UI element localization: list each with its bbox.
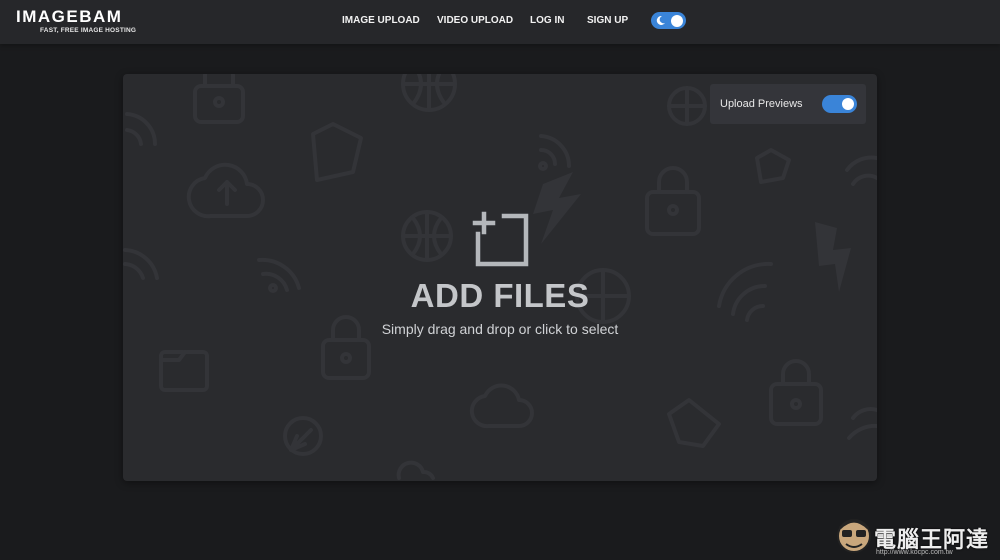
nav-sign-up[interactable]: SIGN UP — [587, 15, 628, 26]
upload-previews-toggle-knob — [842, 98, 854, 110]
wifi-icon — [123, 248, 159, 280]
wifi-icon — [538, 134, 572, 171]
globe-icon — [667, 86, 707, 126]
globe-icon — [401, 210, 453, 262]
cloud-upload-icon — [186, 162, 265, 219]
logo-tagline: FAST, FREE IMAGE HOSTING — [40, 27, 137, 34]
wifi-icon — [125, 112, 158, 146]
cloud-upload-icon — [469, 383, 534, 429]
globe-icon — [401, 74, 457, 112]
lock-icon — [769, 359, 823, 426]
add-files-subtitle: Simply drag and drop or click to select — [381, 321, 619, 337]
add-image-icon — [472, 211, 529, 267]
add-files-title: ADD FILES — [410, 277, 590, 314]
folder-icon — [667, 398, 721, 448]
upload-previews-toggle[interactable] — [822, 95, 857, 113]
mascot-icon — [837, 519, 871, 553]
theme-toggle-knob — [671, 14, 683, 27]
upload-previews-label: Upload Previews — [720, 98, 803, 110]
nav-log-in[interactable]: LOG IN — [530, 15, 564, 26]
cloud-upload-icon — [283, 416, 323, 456]
folder-icon — [159, 350, 209, 392]
logo[interactable]: IMAGEBAM FAST, FREE IMAGE HOSTING — [16, 8, 136, 34]
nav-video-upload[interactable]: VIDEO UPLOAD — [437, 15, 513, 26]
lock-icon — [193, 74, 245, 124]
folder-icon — [311, 122, 363, 182]
upload-dropzone[interactable]: Upload Previews ADD FILES Simply drag an… — [123, 74, 877, 481]
nav-image-upload[interactable]: IMAGE UPLOAD — [342, 15, 420, 26]
folder-icon — [755, 148, 791, 184]
watermark-url: http://www.kocpc.com.tw — [876, 549, 953, 556]
wifi-icon — [845, 155, 877, 186]
theme-toggle[interactable] — [651, 12, 686, 29]
moon-icon — [656, 15, 665, 25]
logo-title: IMAGEBAM — [16, 7, 123, 26]
lock-icon — [645, 166, 701, 236]
upload-previews-panel: Upload Previews — [710, 84, 866, 124]
header: IMAGEBAM FAST, FREE IMAGE HOSTING IMAGE … — [0, 0, 1000, 44]
cloud-upload-icon — [396, 460, 435, 480]
wifi-icon — [847, 407, 877, 440]
